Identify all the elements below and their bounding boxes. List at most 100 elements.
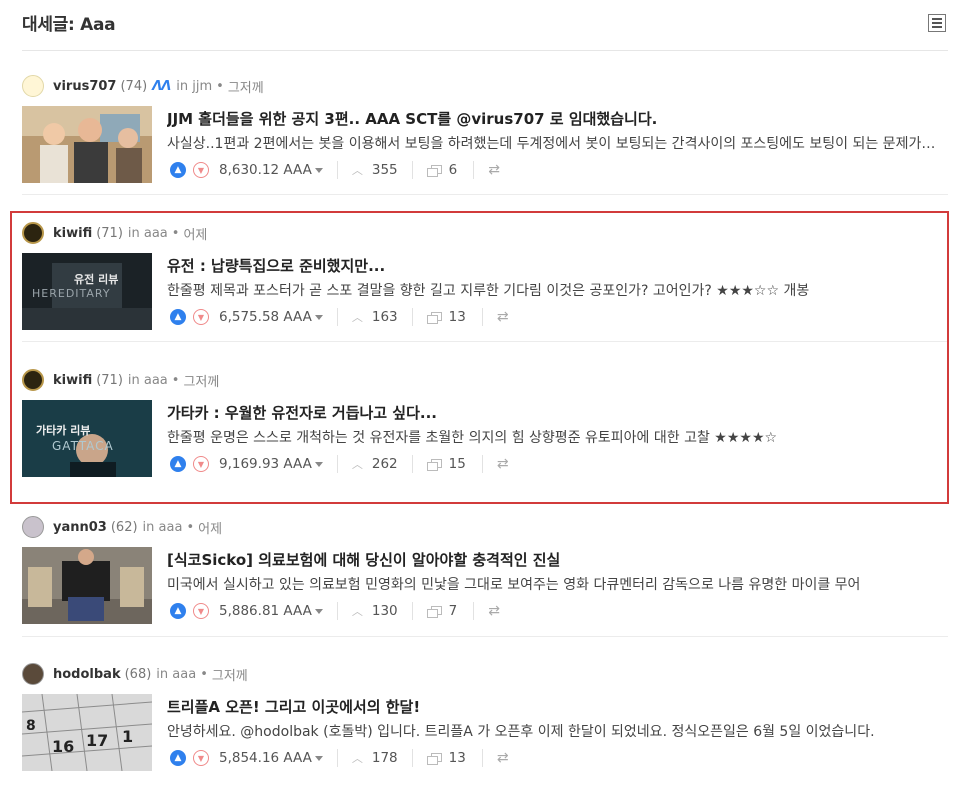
votes-count[interactable]: 130 xyxy=(372,603,398,619)
community-link[interactable]: in aaa xyxy=(128,373,168,388)
avatar[interactable] xyxy=(22,222,44,244)
post-time: 어제 xyxy=(198,521,223,537)
post-meta: virus707 (74) ΛΛ in jjm • 그저께 xyxy=(22,74,264,98)
reblog-icon[interactable]: ⇄ xyxy=(497,309,509,325)
community-link[interactable]: in aaa xyxy=(128,226,168,241)
author-name[interactable]: kiwifi xyxy=(53,373,92,388)
divider xyxy=(473,602,475,620)
separator-dot: • xyxy=(200,666,208,682)
reblog-icon[interactable]: ⇄ xyxy=(488,603,500,619)
comments-icon xyxy=(426,752,442,765)
divider xyxy=(481,455,483,473)
downvote-button[interactable]: ▼ xyxy=(193,750,209,766)
post-title[interactable]: 트리플A 오픈! 그리고 이곳에서의 한달! xyxy=(167,696,947,717)
post-summary[interactable]: 사실상..1편과 2편에서는 봇을 이용해서 보팅을 하려했는데 두계정에서 봇… xyxy=(167,133,939,153)
post-title[interactable]: 가타카 : 우월한 유전자로 거듭나고 싶다... xyxy=(167,402,947,423)
downvote-button[interactable]: ▼ xyxy=(193,309,209,325)
chevron-down-icon[interactable] xyxy=(314,314,323,320)
downvote-button[interactable]: ▼ xyxy=(193,456,209,472)
svg-text:16: 16 xyxy=(52,737,74,756)
post-footer: ▲ ▼ 5,886.81 AAA ︿ 130 7 ⇄ xyxy=(170,601,500,621)
divider xyxy=(336,602,338,620)
separator-dot: • xyxy=(171,372,180,388)
comments-count[interactable]: 7 xyxy=(449,603,458,619)
post-thumbnail[interactable]: 유전 리뷰 HEREDITARY xyxy=(22,253,152,330)
payout-amount[interactable]: 9,169.93 AAA xyxy=(219,456,312,472)
post-thumbnail[interactable]: 가타카 리뷰 GATTACA xyxy=(22,400,152,477)
reblog-icon[interactable]: ⇄ xyxy=(488,162,500,178)
page-title: 대세글: Aaa xyxy=(22,15,116,35)
post-time: 그저께 xyxy=(183,374,220,390)
upvote-button[interactable]: ▲ xyxy=(170,750,186,766)
author-name[interactable]: kiwifi xyxy=(53,226,92,241)
svg-text:GATTACA: GATTACA xyxy=(52,439,114,453)
author-name[interactable]: hodolbak xyxy=(53,667,121,682)
post-item: hodolbak (68) in aaa • 그저께 16 17 1 8 트리플… xyxy=(22,662,948,783)
upvote-button[interactable]: ▲ xyxy=(170,456,186,472)
chevron-down-icon[interactable] xyxy=(314,608,323,614)
upvote-button[interactable]: ▲ xyxy=(170,603,186,619)
payout-amount[interactable]: 5,886.81 AAA xyxy=(219,603,312,619)
chevron-down-icon[interactable] xyxy=(314,461,323,467)
votes-icon: ︿ xyxy=(351,164,363,177)
post-summary[interactable]: 한줄평 제목과 포스터가 곧 스포 결말을 향한 길고 지루한 기다림 이것은 … xyxy=(167,280,939,300)
downvote-button[interactable]: ▼ xyxy=(193,603,209,619)
comments-count[interactable]: 13 xyxy=(449,750,466,766)
divider xyxy=(481,749,483,767)
svg-text:17: 17 xyxy=(86,731,108,750)
comments-count[interactable]: 15 xyxy=(449,456,466,472)
community-link[interactable]: in jjm xyxy=(176,79,212,94)
post-title[interactable]: 유전 : 납량특집으로 준비했지만... xyxy=(167,255,947,276)
post-footer: ▲ ▼ 9,169.93 AAA ︿ 262 15 ⇄ xyxy=(170,454,509,474)
votes-icon: ︿ xyxy=(351,311,363,324)
author-name[interactable]: yann03 xyxy=(53,520,107,535)
chevron-down-icon[interactable] xyxy=(314,167,323,173)
avatar[interactable] xyxy=(22,516,44,538)
votes-icon: ︿ xyxy=(351,752,363,765)
comments-icon xyxy=(426,311,442,324)
author-name[interactable]: virus707 xyxy=(53,79,116,94)
upvote-button[interactable]: ▲ xyxy=(170,309,186,325)
post-thumbnail[interactable] xyxy=(22,106,152,183)
upvote-button[interactable]: ▲ xyxy=(170,162,186,178)
reblog-icon[interactable]: ⇄ xyxy=(497,750,509,766)
avatar[interactable] xyxy=(22,75,44,97)
post-thumbnail[interactable] xyxy=(22,547,152,624)
avatar[interactable] xyxy=(22,369,44,391)
payout-amount[interactable]: 8,630.12 AAA xyxy=(219,162,312,178)
community-link[interactable]: in aaa xyxy=(156,667,196,682)
votes-count[interactable]: 163 xyxy=(372,309,398,325)
post-meta: kiwifi (71) in aaa • 어제 xyxy=(22,221,207,245)
post-summary[interactable]: 안녕하세요. @hodolbak (호돌박) 입니다. 트리플A 가 오픈후 이… xyxy=(167,721,939,741)
votes-count[interactable]: 262 xyxy=(372,456,398,472)
post-title[interactable]: JJM 홀더들을 위한 공지 3편.. AAA SCT를 @virus707 로… xyxy=(167,108,947,129)
divider xyxy=(473,161,475,179)
author-reputation: (68) xyxy=(124,666,152,682)
post-summary[interactable]: 미국에서 실시하고 있는 의료보험 민영화의 민낯을 그대로 보여주는 영화 다… xyxy=(167,574,939,594)
thumbnail-caption: 유전 리뷰 xyxy=(74,272,118,286)
post-thumbnail[interactable]: 16 17 1 8 xyxy=(22,694,152,771)
menu-icon[interactable] xyxy=(928,14,946,32)
votes-count[interactable]: 355 xyxy=(372,162,398,178)
post-title[interactable]: [식코Sicko] 의료보험에 대해 당신이 알아야할 충격적인 진실 xyxy=(167,549,947,570)
community-link[interactable]: in aaa xyxy=(143,520,183,535)
post-summary[interactable]: 한줄평 운명은 스스로 개척하는 것 유전자를 초월한 의지의 힘 상향평준 유… xyxy=(167,427,939,447)
author-reputation: (74) xyxy=(120,78,148,94)
comments-count[interactable]: 6 xyxy=(449,162,458,178)
comments-icon xyxy=(426,164,442,177)
separator-dot: • xyxy=(171,225,180,241)
post-item: kiwifi (71) in aaa • 그저께 가타카 리뷰 GATTACA … xyxy=(22,368,948,489)
downvote-button[interactable]: ▼ xyxy=(193,162,209,178)
avatar[interactable] xyxy=(22,663,44,685)
chevron-down-icon[interactable] xyxy=(314,755,323,761)
comments-count[interactable]: 13 xyxy=(449,309,466,325)
post-time: 어제 xyxy=(183,227,208,243)
votes-count[interactable]: 178 xyxy=(372,750,398,766)
payout-amount[interactable]: 5,854.16 AAA xyxy=(219,750,312,766)
post-separator xyxy=(22,341,948,342)
payout-amount[interactable]: 6,575.58 AAA xyxy=(219,309,312,325)
votes-icon: ︿ xyxy=(351,458,363,471)
reblog-icon[interactable]: ⇄ xyxy=(497,456,509,472)
post-footer: ▲ ▼ 5,854.16 AAA ︿ 178 13 ⇄ xyxy=(170,748,509,768)
page-header: 대세글: Aaa xyxy=(22,10,948,51)
